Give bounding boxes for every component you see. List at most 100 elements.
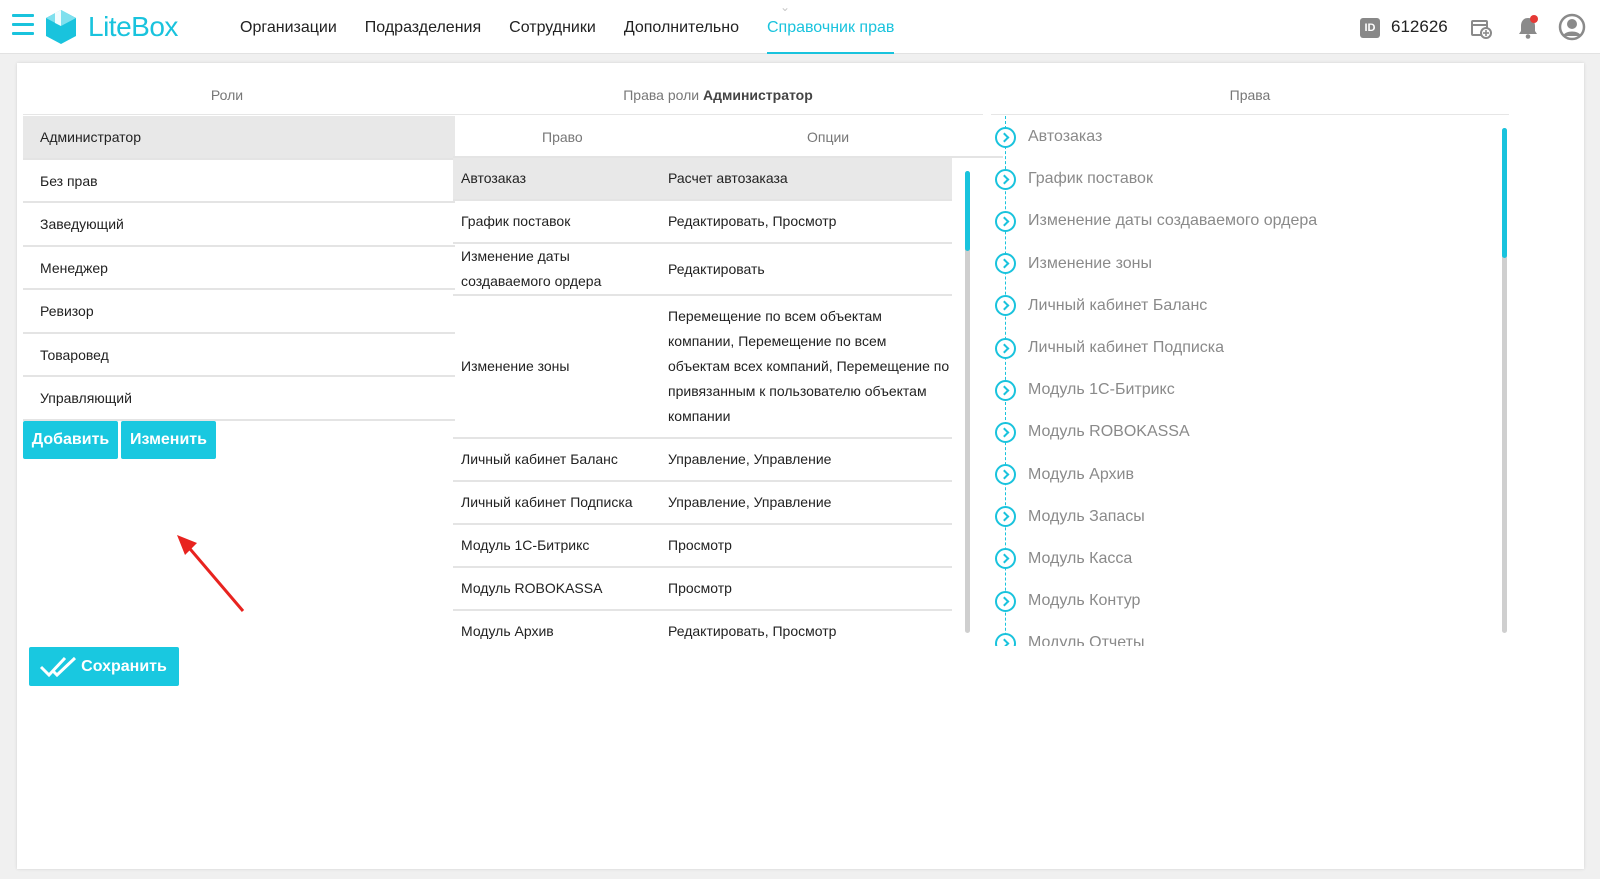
- table-cell-right: Личный кабинет Подписка: [461, 494, 633, 510]
- expand-icon[interactable]: [995, 548, 1016, 570]
- menu-icon[interactable]: [12, 14, 34, 38]
- nav-additional[interactable]: Дополнительно: [624, 0, 739, 54]
- table-cell-options: Просмотр: [668, 580, 732, 596]
- rights-item-label: Автозаказ: [1028, 128, 1103, 146]
- role-item-admin[interactable]: Администратор: [23, 116, 455, 160]
- table-row[interactable]: Изменение зоны Перемещение по всем объек…: [453, 296, 952, 439]
- edit-role-button[interactable]: Изменить: [121, 421, 216, 459]
- list-item[interactable]: Модуль Контур: [991, 580, 1491, 622]
- table-row[interactable]: Модуль Архив Редактировать, Просмотр: [453, 611, 952, 646]
- role-rights-header: Право Опции: [453, 129, 952, 159]
- table-row[interactable]: Изменение даты создаваемого ордера Редак…: [453, 244, 952, 296]
- table-cell-options: Расчет автозаказа: [668, 170, 788, 186]
- rights-list: Автозаказ График поставок Изменение даты…: [991, 116, 1491, 646]
- nav-employees[interactable]: Сотрудники: [509, 0, 596, 54]
- add-role-button[interactable]: Добавить: [23, 421, 118, 459]
- expand-icon[interactable]: [995, 295, 1016, 317]
- list-item[interactable]: Личный кабинет Подписка: [991, 327, 1491, 369]
- save-button-label: Сохранить: [81, 658, 167, 675]
- table-row[interactable]: Личный кабинет Баланс Управление, Управл…: [453, 439, 952, 482]
- list-item[interactable]: Модуль Отчеты: [991, 622, 1491, 646]
- divider: [23, 114, 455, 115]
- table-cell-right: Модуль 1С-Битрикс: [461, 537, 590, 553]
- list-item[interactable]: График поставок: [991, 158, 1491, 200]
- list-item[interactable]: Модуль ROBOKASSA: [991, 411, 1491, 453]
- nav-organizations[interactable]: Организации: [240, 0, 337, 54]
- role-item-auditor[interactable]: Ревизор: [23, 290, 455, 334]
- expand-icon[interactable]: [995, 632, 1016, 646]
- table-cell-right: Личный кабинет Баланс: [461, 451, 618, 467]
- chevron-down-icon[interactable]: ⌄: [780, 0, 790, 14]
- expand-icon[interactable]: [995, 168, 1016, 190]
- table-cell-right: Изменение даты создаваемого ордера: [461, 248, 602, 289]
- expand-icon[interactable]: [995, 210, 1016, 232]
- table-row[interactable]: Личный кабинет Подписка Управление, Упра…: [453, 482, 952, 525]
- table-row[interactable]: График поставок Редактировать, Просмотр: [453, 201, 952, 244]
- rights-item-label: Модуль Архив: [1028, 465, 1134, 483]
- col-header-right: Право: [542, 129, 583, 145]
- rights-item-label: Модуль 1С-Битрикс: [1028, 381, 1175, 399]
- logo[interactable]: LiteBox: [44, 9, 178, 45]
- bell-icon[interactable]: [1516, 14, 1540, 40]
- save-button[interactable]: Сохранить: [29, 647, 179, 686]
- logo-text: LiteBox: [88, 11, 178, 42]
- table-cell-right: График поставок: [461, 213, 571, 229]
- user-avatar-icon[interactable]: [1558, 13, 1586, 41]
- rights-item-label: Личный кабинет Баланс: [1028, 296, 1208, 314]
- table-row[interactable]: Автозаказ Расчет автозаказа: [453, 158, 952, 201]
- table-cell-options: Просмотр: [668, 537, 732, 553]
- col-header-options: Опции: [807, 129, 850, 145]
- expand-icon[interactable]: [995, 464, 1016, 486]
- role-rights-title: Права роли Администратор: [453, 87, 983, 103]
- list-item[interactable]: Модуль Касса: [991, 538, 1491, 580]
- rights-item-label: Личный кабинет Подписка: [1028, 339, 1225, 357]
- nav-departments[interactable]: Подразделения: [365, 0, 481, 54]
- roles-title: Роли: [210, 87, 244, 103]
- main-nav: Организации Подразделения Сотрудники Доп…: [240, 0, 922, 54]
- expand-icon[interactable]: [995, 126, 1016, 148]
- list-item[interactable]: Модуль Архив: [991, 454, 1491, 496]
- table-row[interactable]: Модуль 1С-Битрикс Просмотр: [453, 525, 952, 568]
- list-item[interactable]: Модуль 1С-Битрикс: [991, 369, 1491, 411]
- rights-scrollbar-thumb[interactable]: [1502, 128, 1507, 258]
- table-cell-options: Перемещение по всем объектам компании, П…: [668, 308, 950, 424]
- table-row[interactable]: Модуль ROBOKASSA Просмотр: [453, 568, 952, 611]
- rights-item-label: Модуль Касса: [1028, 549, 1133, 567]
- calendar-add-icon[interactable]: [1470, 17, 1492, 39]
- list-item[interactable]: Изменение даты создаваемого ордера: [991, 200, 1491, 242]
- double-check-icon: [39, 656, 77, 678]
- litebox-logo-icon: [46, 10, 76, 44]
- role-item-no-rights[interactable]: Без прав: [23, 160, 455, 203]
- table-cell-options: Редактировать, Просмотр: [668, 623, 837, 639]
- role-rights-title-role: Администратор: [702, 87, 813, 103]
- rights-item-label: Модуль Отчеты: [1028, 634, 1145, 646]
- rights-item-label: Изменение даты создаваемого ордера: [1028, 212, 1318, 230]
- expand-icon[interactable]: [995, 590, 1016, 612]
- main-card: Роли Администратор Без прав Заведующий М…: [17, 63, 1584, 869]
- expand-icon[interactable]: [995, 253, 1016, 275]
- expand-icon[interactable]: [995, 379, 1016, 401]
- role-item-director[interactable]: Управляющий: [23, 377, 455, 421]
- rights-item-label: График поставок: [1028, 170, 1153, 188]
- role-item-manager[interactable]: Менеджер: [23, 247, 455, 290]
- role-rights-scrollbar-thumb[interactable]: [965, 171, 970, 251]
- role-item-head[interactable]: Заведующий: [23, 203, 455, 247]
- top-bar: LiteBox Организации Подразделения Сотруд…: [0, 0, 1600, 54]
- rights-item-label: Модуль Запасы: [1028, 507, 1145, 525]
- roles-list: Администратор Без прав Заведующий Менедж…: [23, 116, 455, 421]
- list-item[interactable]: Модуль Запасы: [991, 496, 1491, 538]
- expand-icon[interactable]: [995, 337, 1016, 359]
- list-item[interactable]: Автозаказ: [991, 116, 1491, 158]
- table-cell-options: Управление, Управление: [668, 451, 832, 467]
- role-rights-title-prefix: Права роли: [623, 87, 700, 103]
- expand-icon[interactable]: [995, 421, 1016, 443]
- table-cell-right: Модуль ROBOKASSA: [461, 580, 603, 596]
- table-cell-options: Редактировать, Просмотр: [668, 213, 837, 229]
- list-item[interactable]: Личный кабинет Баланс: [991, 285, 1491, 327]
- role-item-merchandiser[interactable]: Товаровед: [23, 334, 455, 377]
- list-item[interactable]: Изменение зоны: [991, 243, 1491, 285]
- expand-icon[interactable]: [995, 506, 1016, 528]
- table-cell-right: Модуль Архив: [461, 623, 554, 639]
- table-cell-options: Управление, Управление: [668, 494, 832, 510]
- rights-item-label: Модуль Контур: [1028, 592, 1141, 610]
